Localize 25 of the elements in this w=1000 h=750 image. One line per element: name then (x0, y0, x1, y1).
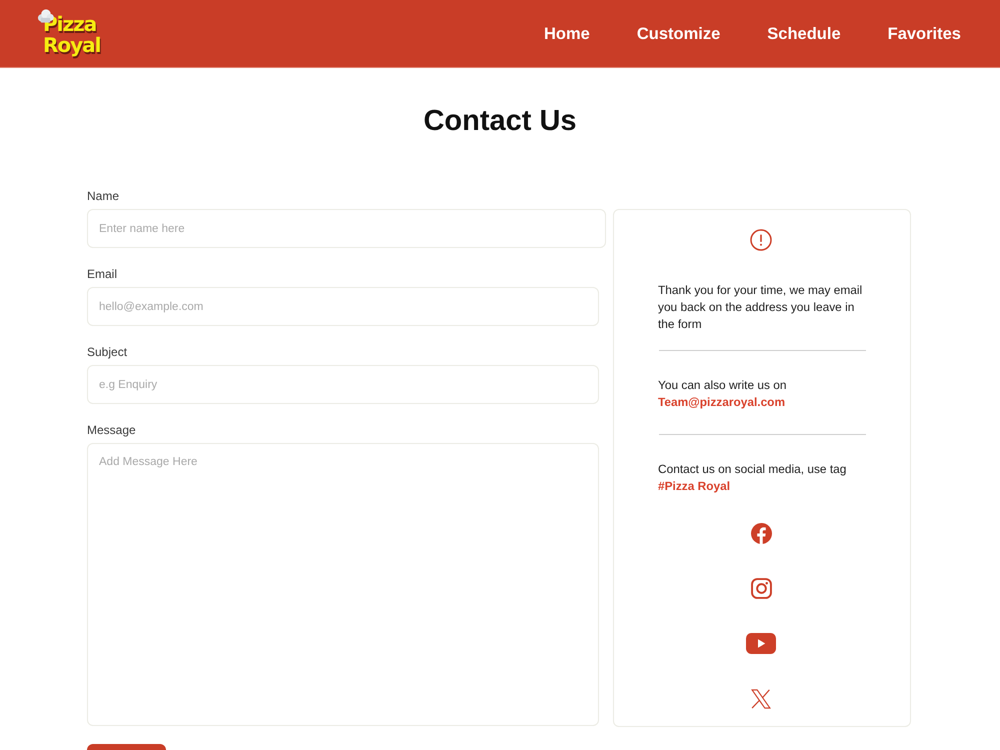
nav-link[interactable]: Schedule (767, 24, 841, 44)
info-text: Contact us on social media, use tag (658, 461, 848, 478)
input-field[interactable]: hello@example.com (87, 287, 599, 326)
email-link[interactable]: Team@pizzaroyal.com (658, 394, 786, 411)
field-label: Message (87, 423, 136, 437)
hashtag-text: #Pizza Royal (658, 478, 730, 495)
field-label: Subject (87, 345, 128, 359)
input-field[interactable]: Enter name here (87, 209, 606, 248)
youtube-icon[interactable] (746, 633, 776, 654)
instagram-icon[interactable] (750, 578, 772, 599)
logo-text: Pizza Royal (43, 14, 101, 56)
message-field[interactable]: Add Message Here (87, 443, 599, 726)
page-title: Contact Us (422, 104, 578, 138)
nav-link[interactable]: Home (544, 24, 590, 44)
nav-link[interactable]: Favorites (888, 24, 961, 44)
info-text: Thank you for your time, we may email you back on the address you leave in the form (658, 282, 864, 333)
x-logo-icon[interactable] (751, 688, 771, 710)
submit-button[interactable] (87, 744, 166, 750)
field-label: Email (87, 267, 118, 281)
info-text: You can also write us on (658, 377, 788, 394)
field-label: Name (87, 189, 120, 203)
facebook-icon[interactable] (750, 523, 772, 544)
input-field[interactable]: e.g Enquiry (87, 365, 599, 404)
alert-icon (750, 229, 772, 251)
nav-link[interactable]: Customize (636, 24, 720, 44)
